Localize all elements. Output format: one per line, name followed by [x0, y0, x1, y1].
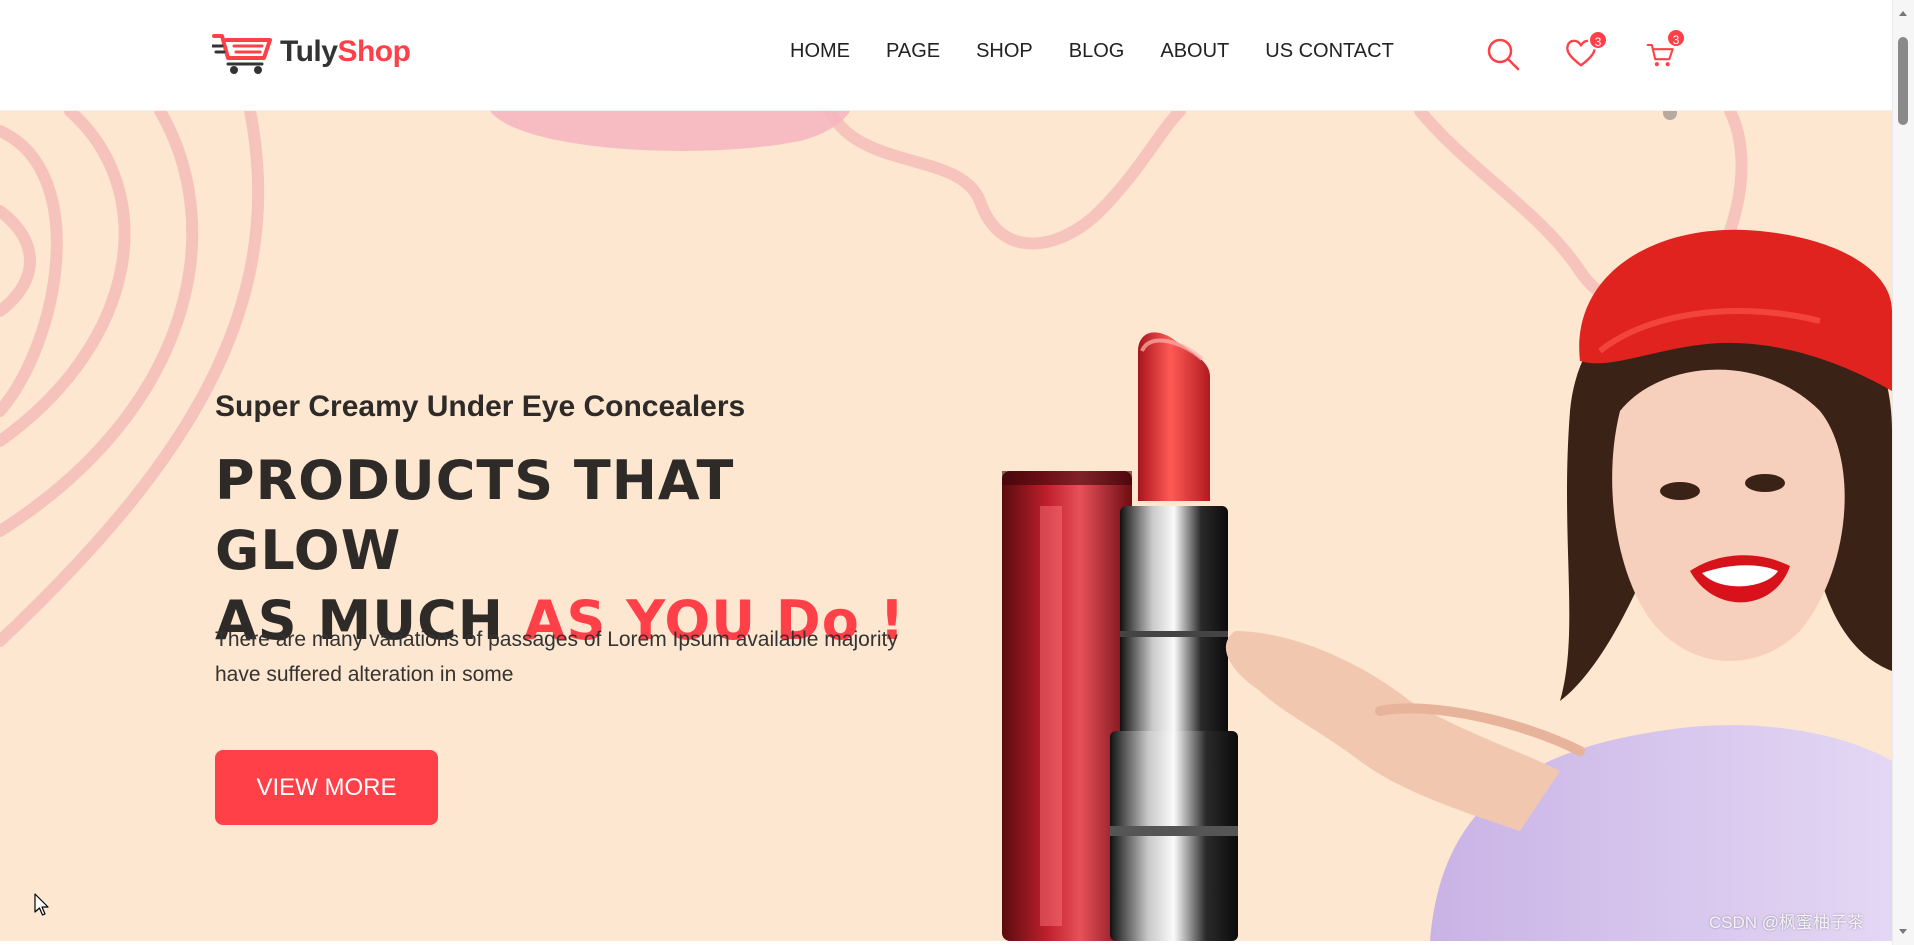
nav-page[interactable]: PAGE — [868, 40, 958, 63]
search-icon — [1487, 38, 1520, 71]
nav-us-contact[interactable]: US CONTACT — [1247, 40, 1412, 63]
nav-shop[interactable]: SHOP — [958, 40, 1051, 63]
nav-about[interactable]: ABOUT — [1142, 40, 1247, 63]
page: TulyShop HOME PAGE SHOP BLOG ABOUT US CO… — [0, 0, 1914, 945]
cart-button[interactable]: 3 — [1646, 28, 1686, 72]
site-logo-text: TulyShop — [280, 35, 411, 69]
site-header: TulyShop HOME PAGE SHOP BLOG ABOUT US CO… — [0, 0, 1892, 111]
wishlist-count-badge: 3 — [1588, 30, 1608, 50]
watermark: CSDN @枫蜜柚子茶 — [1708, 913, 1864, 932]
scroll-down-arrow-icon[interactable] — [1897, 925, 1909, 937]
site-logo[interactable]: TulyShop — [212, 28, 411, 76]
vertical-scrollbar[interactable] — [1892, 0, 1914, 945]
view-more-button[interactable]: VIEW MORE — [215, 750, 438, 825]
hero-product-image — [1002, 229, 1892, 941]
logo-text-part2: Shop — [337, 35, 411, 68]
wishlist-button[interactable]: 3 — [1564, 30, 1608, 72]
search-button[interactable] — [1485, 36, 1521, 72]
page-bottom-edge — [0, 941, 1892, 945]
hero-subtitle: Super Creamy Under Eye Concealers — [215, 390, 746, 423]
cart-count-badge: 3 — [1666, 28, 1686, 48]
mouse-cursor-icon — [34, 893, 49, 916]
shopping-cart-logo-icon — [212, 34, 272, 74]
scrollbar-thumb[interactable] — [1898, 37, 1908, 125]
nav-blog[interactable]: BLOG — [1051, 40, 1143, 63]
main-nav: HOME PAGE SHOP BLOG ABOUT US CONTACT — [790, 40, 1412, 63]
hero-description: There are many variations of passages of… — [215, 628, 898, 686]
hero-banner: Super Creamy Under Eye Concealers PRODUC… — [0, 111, 1892, 941]
nav-home[interactable]: HOME — [790, 40, 868, 63]
logo-text-part1: Tuly — [280, 35, 338, 68]
scroll-up-arrow-icon[interactable] — [1897, 8, 1909, 20]
hero-title-line1: PRODUCTS THAT GLOW — [215, 449, 735, 582]
